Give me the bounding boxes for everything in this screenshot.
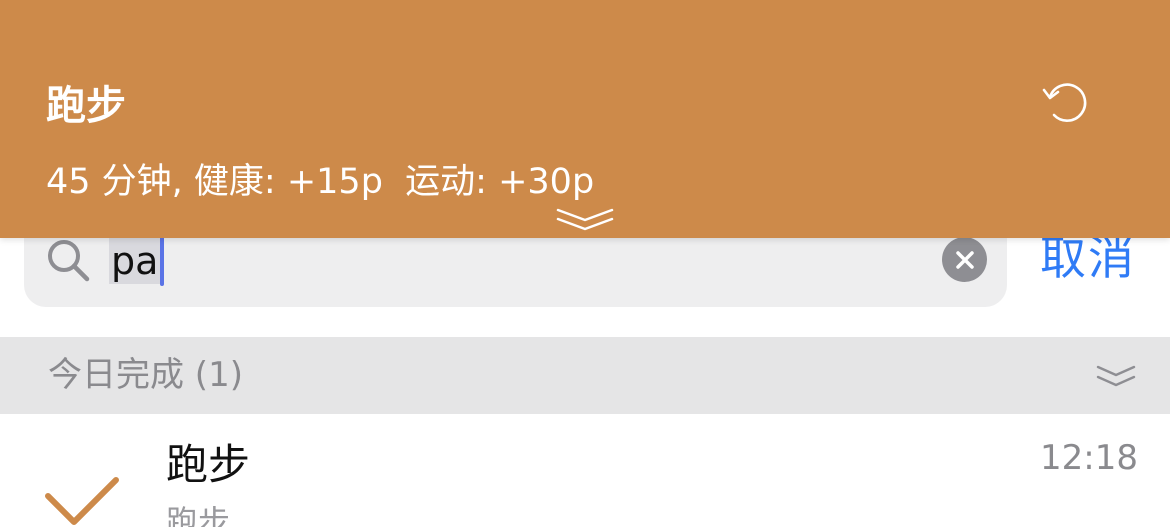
list-item[interactable]: 跑步 跑步 12:18 bbox=[0, 414, 1170, 527]
section-title: 今日完成 (1) bbox=[48, 355, 243, 395]
search-input[interactable]: pa bbox=[109, 236, 165, 286]
clear-icon bbox=[955, 250, 974, 269]
clear-search-button[interactable] bbox=[942, 237, 987, 282]
search-icon bbox=[48, 240, 90, 282]
double-chevron-down-icon[interactable] bbox=[556, 206, 614, 234]
item-title: 跑步 bbox=[166, 440, 251, 489]
section-header-today-completed[interactable]: 今日完成 (1) bbox=[0, 337, 1170, 414]
text-caret bbox=[160, 236, 165, 286]
toast-detail: 45 分钟, 健康: +15p 运动: +30p bbox=[46, 162, 595, 202]
double-chevron-down-icon[interactable] bbox=[1096, 363, 1136, 391]
undo-icon[interactable] bbox=[1040, 78, 1090, 128]
search-input-text: pa bbox=[109, 238, 161, 284]
checkmark-icon[interactable] bbox=[42, 466, 122, 527]
toast-title: 跑步 bbox=[46, 83, 126, 129]
screen: pa 取消 跑步 45 分钟, 健康: +15p 运动: +30p 今日完成 (… bbox=[0, 0, 1170, 527]
completion-toast[interactable]: 跑步 45 分钟, 健康: +15p 运动: +30p bbox=[0, 0, 1170, 238]
item-time: 12:18 bbox=[1040, 438, 1138, 478]
item-subtitle: 跑步 bbox=[166, 503, 231, 527]
